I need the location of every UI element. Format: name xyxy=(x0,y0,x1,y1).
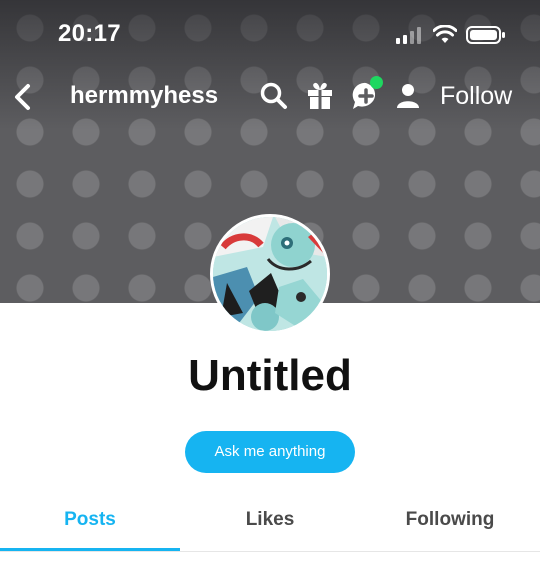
avatar-image xyxy=(213,217,327,331)
battery-icon xyxy=(466,26,505,44)
tab-following[interactable]: Following xyxy=(360,497,540,548)
tab-likes[interactable]: Likes xyxy=(180,497,360,548)
status-time: 20:17 xyxy=(58,20,121,47)
ask-me-anything-button[interactable]: Ask me anything xyxy=(185,431,355,473)
wifi-icon xyxy=(433,25,457,43)
blog-username[interactable]: hermmyhess xyxy=(70,80,218,112)
page-title: Untitled xyxy=(188,351,352,400)
gift-icon[interactable] xyxy=(304,80,336,112)
notification-dot xyxy=(370,76,383,89)
tab-posts[interactable]: Posts xyxy=(0,497,180,551)
person-icon[interactable] xyxy=(392,80,424,112)
search-icon[interactable] xyxy=(258,80,290,112)
back-chevron-icon[interactable] xyxy=(8,80,38,114)
avatar[interactable] xyxy=(210,214,330,334)
follow-button[interactable]: Follow xyxy=(440,80,512,112)
cellular-signal-icon xyxy=(396,27,421,44)
profile-tabs: Posts Likes Following xyxy=(0,497,540,552)
